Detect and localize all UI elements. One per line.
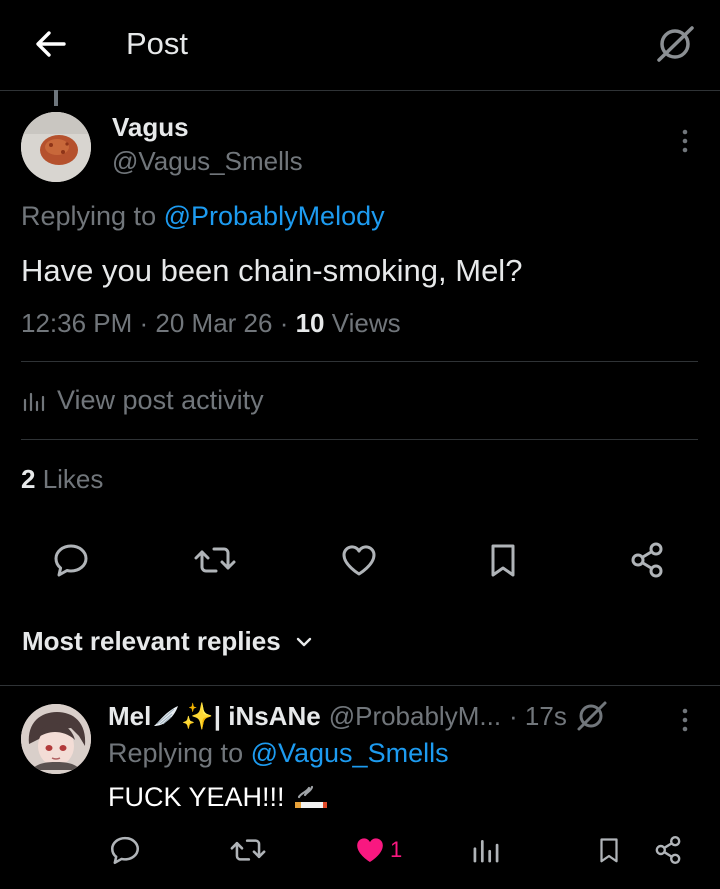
- avatar[interactable]: [21, 112, 91, 182]
- more-options-icon[interactable]: [672, 705, 698, 735]
- divider: [21, 361, 698, 362]
- post-meta: 12:36 PM · 20 Mar 26 · 10 Views: [21, 308, 401, 338]
- cigarette-emoji-icon: [294, 785, 327, 808]
- reply-repost-button[interactable]: [229, 832, 267, 868]
- page-title: Post: [126, 26, 189, 61]
- reply-share-button[interactable]: [652, 832, 684, 868]
- share-icon: [655, 836, 681, 864]
- more-options-icon[interactable]: [672, 126, 698, 156]
- reply-author-handle[interactable]: @ProbablyM...: [329, 701, 501, 732]
- replying-to-label: Replying to: [21, 201, 164, 231]
- divider: [0, 685, 720, 686]
- replies-sort-label: Most relevant replies: [22, 626, 281, 656]
- likes-count-link[interactable]: 2 Likes: [21, 464, 103, 495]
- grok-icon[interactable]: [575, 700, 609, 732]
- bookmark-button[interactable]: [481, 538, 525, 582]
- reply-icon: [110, 836, 140, 865]
- top-bar: [0, 0, 720, 91]
- view-post-activity-label: View post activity: [57, 385, 264, 415]
- bookmark-icon: [600, 838, 618, 863]
- repost-icon: [194, 547, 236, 573]
- post-date: 20 Mar 26: [155, 308, 273, 338]
- reply-header: Mel ✨ | iNsANe @ProbablyM... · 17s: [108, 700, 609, 732]
- replying-to-link[interactable]: @Vagus_Smells: [251, 738, 449, 768]
- chevron-down-icon: [296, 637, 311, 646]
- activity-chart-icon: [23, 392, 45, 411]
- sparkles-emoji: ✨: [181, 700, 214, 731]
- reply-like-count: 1: [390, 837, 403, 862]
- replies-sort-dropdown[interactable]: Most relevant replies: [22, 626, 317, 657]
- heart-filled-icon: [357, 838, 383, 862]
- thread-connector-line: [54, 90, 58, 106]
- repost-icon: [230, 839, 266, 861]
- avatar[interactable]: [21, 704, 91, 774]
- author-name[interactable]: Vagus: [112, 112, 189, 143]
- bookmark-icon: [491, 544, 515, 577]
- replying-to-line: Replying to @ProbablyMelody: [21, 201, 385, 232]
- replying-to-line: Replying to @Vagus_Smells: [108, 738, 449, 769]
- reply-views-button[interactable]: [470, 832, 502, 868]
- back-arrow-icon[interactable]: [30, 24, 70, 64]
- likes-label: Likes: [35, 464, 104, 494]
- view-post-activity-link[interactable]: View post activity: [21, 385, 264, 416]
- wing-emoji-icon: [154, 706, 179, 726]
- replying-to-label: Replying to: [108, 738, 251, 768]
- post-time: 12:36 PM: [21, 308, 133, 338]
- reply-like-button[interactable]: 1: [354, 832, 402, 868]
- like-button[interactable]: [337, 538, 381, 582]
- reply-text-body: FUCK YEAH!!!: [108, 782, 285, 812]
- reply-age: · 17s: [509, 700, 567, 731]
- reply-bookmark-button[interactable]: [594, 832, 624, 868]
- share-button[interactable]: [625, 538, 669, 582]
- likes-count: 2: [21, 464, 36, 494]
- reply-icon: [54, 544, 88, 577]
- reply-author-name-suffix[interactable]: | iNsANe: [214, 701, 321, 732]
- share-icon: [631, 542, 663, 578]
- reply-reply-button[interactable]: [108, 832, 142, 868]
- reply-text: FUCK YEAH!!!: [108, 782, 329, 813]
- reply-author-name[interactable]: Mel: [108, 701, 151, 732]
- divider: [21, 439, 698, 440]
- views-count: 10: [295, 308, 325, 338]
- post-text: Have you been chain-smoking, Mel?: [21, 253, 523, 288]
- author-handle[interactable]: @Vagus_Smells: [112, 146, 303, 177]
- views-chart-icon: [473, 840, 499, 863]
- repost-button[interactable]: [193, 538, 237, 582]
- grok-icon[interactable]: [654, 24, 698, 64]
- replying-to-link[interactable]: @ProbablyMelody: [164, 201, 385, 231]
- views-label: Views: [324, 308, 401, 338]
- heart-icon: [342, 545, 376, 576]
- reply-button[interactable]: [49, 538, 93, 582]
